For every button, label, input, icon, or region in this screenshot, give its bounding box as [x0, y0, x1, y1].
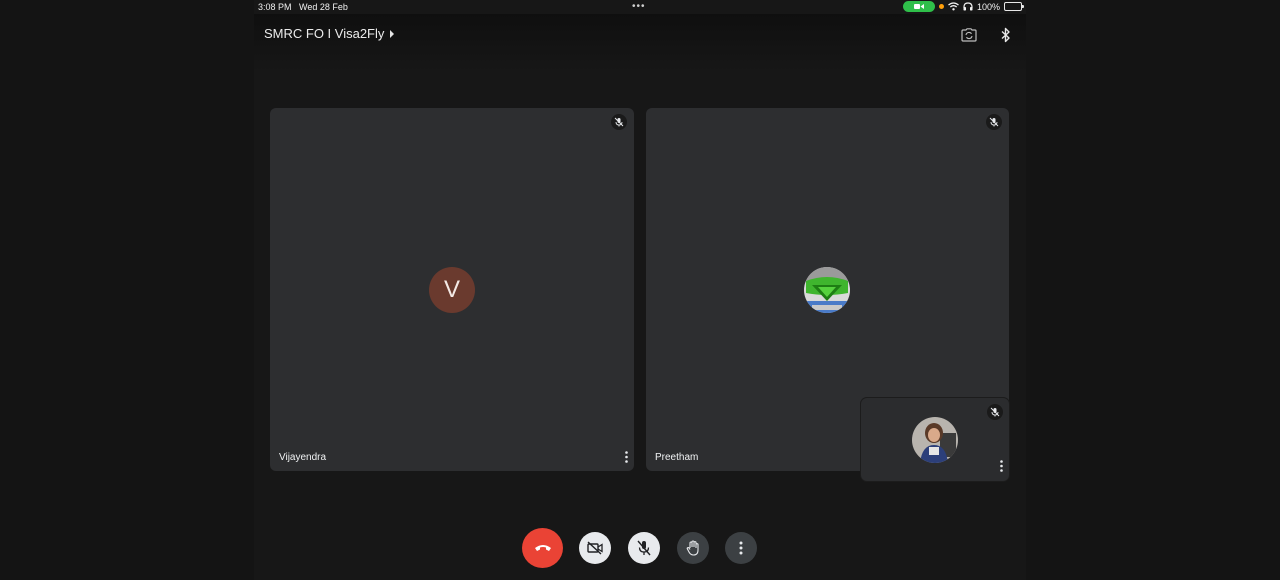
- muted-mic-icon: [987, 404, 1003, 420]
- more-options-icon: [739, 541, 743, 555]
- call-controls: [254, 528, 1026, 568]
- status-time: 3:08 PM: [258, 2, 292, 12]
- bluetooth-icon[interactable]: [997, 26, 1015, 44]
- participant-tile-vijayendra[interactable]: V Vijayendra: [270, 108, 634, 471]
- mic-off-icon: [637, 540, 651, 556]
- wifi-icon: [948, 2, 959, 11]
- more-options-icon[interactable]: [996, 459, 1006, 473]
- switch-camera-icon[interactable]: [960, 26, 978, 44]
- battery-percent: 100%: [976, 1, 1000, 12]
- participant-name: Preetham: [655, 452, 699, 463]
- more-options-button[interactable]: [725, 532, 757, 564]
- avatar: [912, 417, 958, 463]
- muted-mic-icon: [611, 114, 627, 130]
- camera-off-icon: [587, 541, 603, 555]
- end-call-icon: [534, 545, 551, 551]
- end-call-button[interactable]: [522, 528, 563, 568]
- raise-hand-icon: [686, 540, 699, 556]
- more-options-icon[interactable]: [621, 450, 631, 464]
- status-icons: 100%: [902, 1, 1024, 12]
- raise-hand-button[interactable]: [677, 532, 709, 564]
- mic-in-use-dot: [938, 4, 944, 9]
- avatar: V: [429, 267, 475, 313]
- status-bar: 3:08 PM Wed 28 Feb ••• 100%: [254, 0, 1026, 14]
- status-date: Wed 28 Feb: [299, 2, 348, 12]
- avatar: [804, 267, 850, 313]
- caret-right-icon: [390, 29, 395, 38]
- toggle-mic-button[interactable]: [628, 532, 660, 564]
- multitasking-dots-icon[interactable]: •••: [632, 1, 646, 12]
- meeting-title-button[interactable]: SMRC FO I Visa2Fly: [264, 26, 395, 41]
- meeting-title: SMRC FO I Visa2Fly: [264, 26, 385, 41]
- battery-icon: [1004, 2, 1024, 11]
- headphones-icon: [963, 2, 973, 11]
- meeting-header: SMRC FO I Visa2Fly: [254, 14, 1026, 72]
- self-view-tile[interactable]: [861, 398, 1009, 481]
- meet-screen: 3:08 PM Wed 28 Feb ••• 100% SMRC FO I Vi…: [254, 0, 1026, 580]
- participant-name: Vijayendra: [279, 452, 327, 463]
- camera-in-use-icon: [902, 1, 935, 12]
- toggle-camera-button[interactable]: [579, 532, 611, 564]
- muted-mic-icon: [986, 114, 1002, 130]
